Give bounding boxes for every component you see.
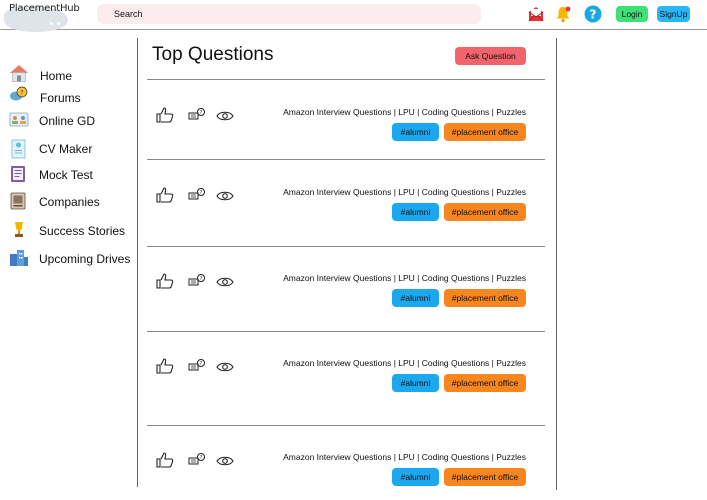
- question-divider: [147, 159, 545, 160]
- bell-icon[interactable]: [555, 5, 572, 28]
- answers-icon[interactable]: ?: [188, 188, 206, 209]
- ask-question-button[interactable]: Ask Question: [455, 47, 526, 65]
- like-icon[interactable]: [156, 452, 174, 473]
- content-divider: [556, 38, 557, 490]
- like-icon[interactable]: [156, 187, 174, 208]
- home-icon: [9, 64, 31, 84]
- sidebar-item-success-stories[interactable]: Success Stories: [9, 221, 137, 243]
- sidebar-item-label: Upcoming Drives: [39, 252, 131, 266]
- views-icon[interactable]: [216, 360, 234, 378]
- tag-alumni[interactable]: #alumni: [392, 374, 439, 392]
- like-icon[interactable]: [156, 107, 174, 128]
- tag-placement-office[interactable]: #placement office: [444, 123, 526, 141]
- search-label: Search: [114, 9, 143, 19]
- question-item[interactable]: ? Amazon Interview Questions | LPU | Cod…: [147, 273, 545, 313]
- answers-icon[interactable]: ?: [188, 108, 206, 129]
- svg-text:?: ?: [200, 455, 203, 461]
- svg-text:?: ?: [200, 190, 203, 196]
- svg-text:?: ?: [20, 90, 23, 97]
- sidebar-item-label: Success Stories: [39, 224, 126, 238]
- online-gd-icon: [9, 111, 31, 131]
- svg-text:?: ?: [590, 8, 597, 22]
- buildings-icon: [9, 249, 31, 269]
- question-title[interactable]: Amazon Interview Questions | LPU | Codin…: [283, 187, 526, 197]
- question-item[interactable]: ? Amazon Interview Questions | LPU | Cod…: [147, 358, 545, 398]
- cv-maker-icon: [9, 139, 31, 159]
- sidebar-item-mock-test[interactable]: Mock Test: [9, 165, 137, 187]
- top-header: PlacementHub Search ? Login SignUp: [0, 0, 707, 32]
- login-button[interactable]: Login: [616, 6, 648, 22]
- sidebar-item-upcoming-drives[interactable]: Upcoming Drives: [9, 249, 137, 271]
- question-item[interactable]: ? Amazon Interview Questions | LPU | Cod…: [147, 452, 545, 492]
- logo-text: PlacementHub: [9, 3, 80, 14]
- tag-placement-office[interactable]: #placement office: [444, 468, 526, 486]
- question-divider: [147, 246, 545, 247]
- question-item[interactable]: ? Amazon Interview Questions | LPU | Cod…: [147, 107, 545, 147]
- answers-icon[interactable]: ?: [188, 453, 206, 474]
- question-divider: [147, 331, 545, 332]
- tag-alumni[interactable]: #alumni: [392, 203, 439, 221]
- sidebar-item-label: Forums: [40, 91, 81, 105]
- tag-alumni[interactable]: #alumni: [392, 289, 439, 307]
- tag-alumni[interactable]: #alumni: [392, 123, 439, 141]
- question-title[interactable]: Amazon Interview Questions | LPU | Codin…: [283, 107, 526, 117]
- sidebar-item-label: Home: [40, 69, 73, 83]
- views-icon[interactable]: [216, 189, 234, 207]
- views-icon[interactable]: [216, 109, 234, 127]
- question-divider: [147, 425, 545, 426]
- sidebar-divider: [137, 38, 138, 487]
- like-icon[interactable]: [156, 358, 174, 379]
- svg-text:?: ?: [200, 276, 203, 282]
- question-divider: [147, 79, 545, 80]
- sidebar-item-home[interactable]: Home: [9, 64, 137, 86]
- forums-icon: ?: [9, 86, 31, 106]
- sidebar-item-companies[interactable]: Companies: [9, 192, 137, 214]
- tag-placement-office[interactable]: #placement office: [444, 289, 526, 307]
- sidebar-item-forums[interactable]: ? Forums: [9, 86, 137, 108]
- answers-icon[interactable]: ?: [188, 359, 206, 380]
- page-title: Top Questions: [152, 44, 274, 65]
- views-icon[interactable]: [216, 454, 234, 472]
- tag-placement-office[interactable]: #placement office: [444, 203, 526, 221]
- question-item[interactable]: ? Amazon Interview Questions | LPU | Cod…: [147, 187, 545, 227]
- companies-icon: [9, 192, 31, 212]
- help-icon[interactable]: ?: [584, 5, 602, 28]
- like-icon[interactable]: [156, 273, 174, 294]
- logo-eye-left: [50, 22, 53, 25]
- tag-alumni[interactable]: #alumni: [392, 468, 439, 486]
- logo[interactable]: PlacementHub: [0, 0, 80, 32]
- search-input[interactable]: Search: [97, 4, 481, 24]
- sidebar-item-label: Mock Test: [39, 168, 93, 182]
- trophy-icon: [9, 221, 31, 241]
- answers-icon[interactable]: ?: [188, 274, 206, 295]
- svg-text:?: ?: [200, 361, 203, 367]
- question-title[interactable]: Amazon Interview Questions | LPU | Codin…: [283, 452, 526, 462]
- sidebar-item-label: Online GD: [39, 114, 96, 128]
- mail-icon[interactable]: [527, 5, 545, 28]
- sidebar-item-online-gd[interactable]: Online GD: [9, 111, 137, 133]
- mock-test-icon: [9, 165, 31, 185]
- tag-placement-office[interactable]: #placement office: [444, 374, 526, 392]
- sidebar-item-label: Companies: [39, 195, 100, 209]
- views-icon[interactable]: [216, 275, 234, 293]
- logo-eye-right: [57, 22, 60, 25]
- sidebar-item-cv-maker[interactable]: CV Maker: [9, 139, 137, 161]
- sidebar-item-label: CV Maker: [39, 142, 93, 156]
- signup-button[interactable]: SignUp: [657, 6, 690, 22]
- question-title[interactable]: Amazon Interview Questions | LPU | Codin…: [283, 358, 526, 368]
- svg-text:?: ?: [200, 110, 203, 116]
- question-title[interactable]: Amazon Interview Questions | LPU | Codin…: [283, 273, 526, 283]
